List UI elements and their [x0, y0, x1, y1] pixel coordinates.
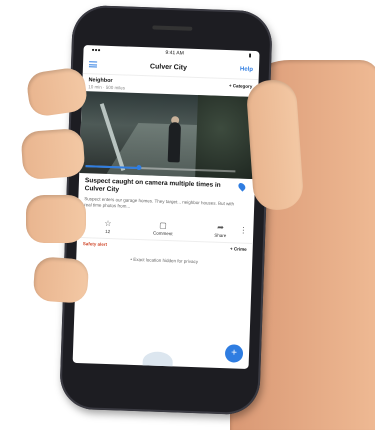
category-button[interactable]: + Category: [229, 83, 253, 89]
signal-icon: ●●●: [91, 47, 101, 54]
comment-icon: ▢: [159, 220, 167, 231]
location-pin-icon[interactable]: [236, 181, 247, 192]
finger-3: [26, 195, 86, 243]
share-label: Share: [214, 232, 227, 239]
comment-label: Comment: [152, 230, 173, 237]
help-button[interactable]: Help: [240, 66, 253, 72]
thumb: [245, 78, 305, 212]
share-button[interactable]: ➦ Share: [214, 223, 227, 238]
compose-fab-button[interactable]: +: [224, 344, 244, 363]
video-player[interactable]: [79, 90, 258, 180]
more-icon[interactable]: ⋮: [239, 226, 247, 235]
comment-button[interactable]: ▢ Comment: [152, 220, 173, 237]
phone-speaker: [152, 25, 193, 31]
page-title: Culver City: [149, 62, 188, 72]
finger-2: [20, 127, 86, 181]
status-time: 9:41 AM: [165, 49, 184, 57]
crime-category-button[interactable]: + Crime: [230, 246, 247, 252]
video-rail: [99, 103, 126, 171]
post-actions: ☆ 12 ▢ Comment ➦ Share ⋮: [76, 207, 254, 245]
share-icon: ➦: [217, 222, 225, 233]
app-screen: ●●● 9:41 AM ▮ Culver City Help Neighbor …: [72, 45, 260, 369]
map-preview[interactable]: [142, 351, 174, 369]
battery-icon: ▮: [248, 52, 252, 59]
like-count: 12: [105, 228, 111, 235]
video-person: [167, 122, 182, 163]
star-icon: ☆: [104, 218, 112, 229]
menu-icon[interactable]: [88, 60, 98, 69]
safety-alert-tag[interactable]: Safety alert: [83, 241, 107, 247]
like-button[interactable]: ☆ 12: [104, 218, 112, 235]
video-progress-knob[interactable]: [135, 164, 142, 171]
finger-4: [32, 256, 90, 304]
phone-device: ●●● 9:41 AM ▮ Culver City Help Neighbor …: [59, 4, 273, 416]
privacy-note: • Exact location hidden for privacy: [130, 256, 199, 265]
